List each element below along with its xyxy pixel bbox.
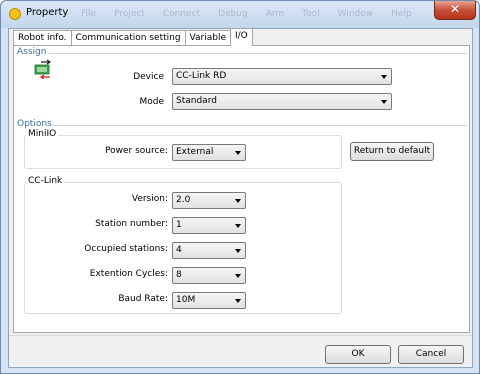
chevron-down-icon: [235, 274, 241, 278]
station-number-select[interactable]: 1: [172, 217, 246, 234]
close-button[interactable]: ✕: [434, 1, 476, 20]
chevron-down-icon: [381, 100, 387, 104]
background-menu-item: Tool: [302, 9, 320, 19]
assign-divider: [49, 53, 467, 54]
dialog-client-area: Robot info. Communication setting Variab…: [8, 28, 473, 368]
background-menu-item: Connect: [162, 9, 201, 19]
mode-select[interactable]: Standard: [172, 93, 392, 110]
chevron-down-icon: [235, 249, 241, 253]
miniio-group-title: MiniIO: [26, 129, 59, 139]
baud-rate-select-value: 10M: [176, 295, 196, 305]
extention-cycles-select[interactable]: 8: [172, 267, 246, 284]
tab-robot-info[interactable]: Robot info.: [13, 30, 72, 46]
chevron-down-icon: [235, 151, 241, 155]
power-source-label: Power source:: [105, 146, 168, 156]
footer-divider: [9, 335, 472, 336]
tab-variable[interactable]: Variable: [184, 30, 231, 46]
io-tab-page: Assign Device CC-Link RD Mode Standard O…: [13, 45, 470, 333]
background-menu-item: Help: [391, 9, 412, 19]
ok-button[interactable]: OK: [325, 345, 391, 364]
chevron-down-icon: [235, 199, 241, 203]
chevron-down-icon: [235, 224, 241, 228]
baud-rate-label: Baud Rate:: [118, 294, 168, 304]
device-select-value: CC-Link RD: [176, 71, 227, 81]
cclink-group-title: CC-Link: [26, 176, 65, 186]
cancel-button[interactable]: Cancel: [398, 345, 464, 364]
tab-io[interactable]: I/O: [230, 28, 253, 46]
baud-rate-select[interactable]: 10M: [172, 292, 246, 309]
app-icon: [9, 8, 21, 20]
background-menu-item: Debug: [218, 9, 248, 19]
title-bar[interactable]: Property File Project Connect Debug Arm …: [1, 1, 479, 28]
power-source-select[interactable]: External: [172, 144, 246, 161]
power-source-select-value: External: [176, 147, 214, 157]
station-number-label: Station number:: [95, 219, 168, 229]
options-divider: [52, 125, 467, 126]
occupied-stations-select[interactable]: 4: [172, 242, 246, 259]
chevron-down-icon: [235, 299, 241, 303]
device-label: Device: [133, 72, 164, 82]
background-menu-item: Arm: [265, 9, 285, 19]
tab-communication-setting[interactable]: Communication setting: [70, 30, 186, 46]
background-menu: File Project Connect Debug Arm Tool Wind…: [81, 9, 412, 19]
extention-cycles-select-value: 8: [176, 270, 182, 280]
assign-section-label: Assign: [17, 47, 47, 57]
window-title: Property: [26, 7, 69, 18]
version-select-value: 2.0: [176, 195, 191, 205]
background-menu-item: Window: [337, 9, 374, 19]
background-menu-item: File: [81, 9, 97, 19]
device-select[interactable]: CC-Link RD: [172, 68, 392, 85]
version-select[interactable]: 2.0: [172, 192, 246, 209]
version-label: Version:: [131, 194, 168, 204]
property-dialog: Property File Project Connect Debug Arm …: [0, 0, 480, 374]
extention-cycles-label: Extention Cycles:: [89, 269, 168, 279]
io-assign-icon: [34, 59, 52, 79]
tab-strip: Robot info. Communication setting Variab…: [13, 28, 253, 46]
occupied-stations-label: Occupied stations:: [84, 244, 168, 254]
mode-label: Mode: [139, 97, 164, 107]
station-number-select-value: 1: [176, 220, 182, 230]
return-to-default-button[interactable]: Return to default: [350, 142, 434, 161]
chevron-down-icon: [381, 75, 387, 79]
options-section-label: Options: [17, 119, 52, 129]
mode-select-value: Standard: [176, 96, 217, 106]
occupied-stations-select-value: 4: [176, 245, 182, 255]
background-menu-item: Project: [114, 9, 145, 19]
